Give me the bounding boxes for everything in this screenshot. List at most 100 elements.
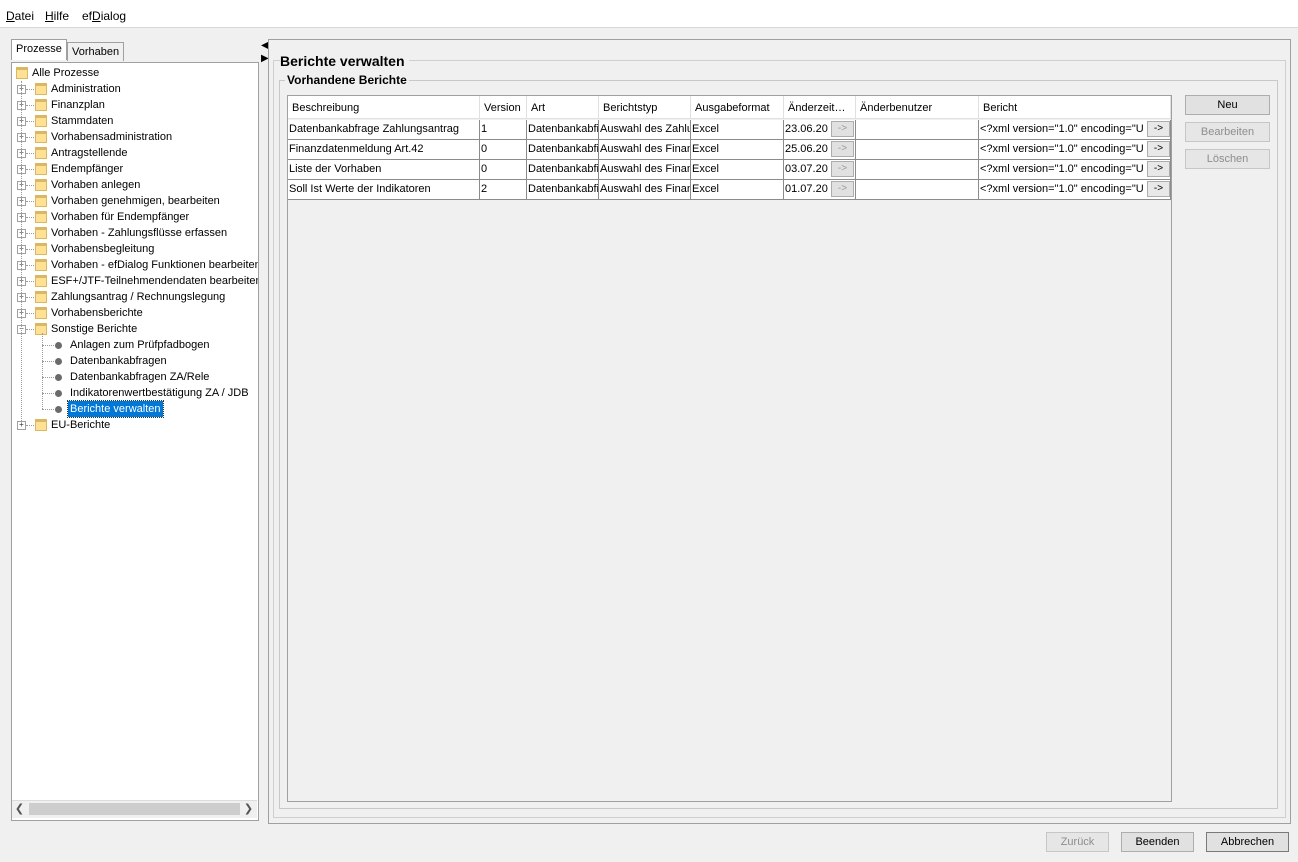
scroll-right-icon[interactable]: ❯ [241, 802, 256, 817]
delete-button[interactable]: Löschen [1185, 149, 1270, 169]
tree-leaf[interactable]: Anlagen zum Prüfpfadbogen [70, 337, 209, 353]
tree-connector [26, 425, 34, 426]
tree-item[interactable]: Antragstellende [51, 145, 127, 161]
table-cell[interactable]: Datenbankabfi [527, 160, 599, 180]
tree-item[interactable]: Vorhaben anlegen [51, 177, 140, 193]
cell-text: Auswahl des Finan [600, 163, 691, 175]
menu-efdialog[interactable]: efDialog [82, 9, 126, 23]
cell-text: 1 [481, 123, 488, 135]
tree-item[interactable]: EU-Berichte [51, 417, 110, 433]
folder-icon [35, 275, 47, 287]
table-row[interactable]: Datenbankabfrage Zahlungsantrag 1 Datenban… [288, 120, 1171, 140]
column-header[interactable]: Beschreibung [288, 96, 480, 119]
open-report-button[interactable]: -> [1147, 181, 1170, 197]
tree-item[interactable]: Vorhaben - efDialog Funktionen bearbeite… [51, 257, 258, 273]
reports-table[interactable]: Beschreibung Version Art Berichtstyp Ausgabe… [287, 95, 1172, 802]
table-cell[interactable]: Auswahl des Finan [599, 140, 691, 160]
tab-vorhaben[interactable]: Vorhaben [67, 42, 125, 61]
table-cell[interactable]: 0 [480, 160, 527, 180]
open-date-button[interactable]: -> [831, 121, 854, 137]
table-cell[interactable]: Datenbankabfrage Zahlungsantrag [288, 120, 480, 140]
tree-connector [26, 185, 34, 186]
tree-horizontal-scrollbar[interactable]: ❮ ❯ [12, 800, 257, 818]
cell-text: <?xml version="1.0" encoding="U [980, 183, 1144, 195]
tree-item[interactable]: Vorhabensberichte [51, 305, 143, 321]
table-cell[interactable] [856, 160, 979, 180]
tree-root[interactable]: Alle Prozesse [32, 65, 99, 81]
table-cell[interactable]: Auswahl des Zahlu [599, 120, 691, 140]
tree-item[interactable]: Vorhaben für Endempfänger [51, 209, 189, 225]
tab-prozesse[interactable]: Prozesse [11, 39, 67, 60]
column-header[interactable]: Version [480, 96, 527, 119]
tree-connector [26, 105, 34, 106]
column-header[interactable]: Änderbenutzer [856, 96, 979, 119]
tree-connector [26, 169, 34, 170]
tree-leaf[interactable]: Indikatorenwertbestätigung ZA / JDB [70, 385, 249, 401]
new-button[interactable]: Neu [1185, 95, 1270, 115]
tree-connector [26, 249, 34, 250]
tree-item[interactable]: Stammdaten [51, 113, 113, 129]
open-report-button[interactable]: -> [1147, 141, 1170, 157]
table-cell[interactable]: <?xml version="1.0" encoding="U [979, 140, 1171, 160]
table-cell[interactable]: Auswahl des Finan [599, 180, 691, 200]
table-cell[interactable]: <?xml version="1.0" encoding="U [979, 160, 1171, 180]
table-cell[interactable] [856, 180, 979, 200]
tree-item[interactable]: Sonstige Berichte [51, 321, 137, 337]
open-report-button[interactable]: -> [1147, 121, 1170, 137]
finish-button[interactable]: Beenden [1121, 832, 1194, 852]
column-header[interactable]: Berichtstyp [599, 96, 691, 119]
table-cell[interactable]: <?xml version="1.0" encoding="U [979, 120, 1171, 140]
table-cell[interactable]: Soll Ist Werte der Indikatoren [288, 180, 480, 200]
open-date-button[interactable]: -> [831, 181, 854, 197]
open-report-button[interactable]: -> [1147, 161, 1170, 177]
tree-leaf[interactable]: Datenbankabfragen [70, 353, 167, 369]
tree-item[interactable]: Endempfänger [51, 161, 123, 177]
tree-leaf[interactable]: Berichte verwalten [67, 400, 164, 418]
table-row[interactable]: Finanzdatenmeldung Art.42 0 Datenbankabfi A… [288, 140, 1171, 160]
column-header[interactable]: Bericht [979, 96, 1171, 119]
table-cell[interactable]: <?xml version="1.0" encoding="U [979, 180, 1171, 200]
tree-item[interactable]: Vorhaben - Zahlungsflüsse erfassen [51, 225, 227, 241]
menu-datei[interactable]: Datei [6, 9, 34, 23]
table-cell[interactable]: Liste der Vorhaben [288, 160, 480, 180]
tree-item[interactable]: Vorhabensbegleitung [51, 241, 154, 257]
table-cell[interactable]: 0 [480, 140, 527, 160]
cancel-button[interactable]: Abbrechen [1206, 832, 1289, 852]
table-row[interactable]: Soll Ist Werte der Indikatoren 2 Datenbank… [288, 180, 1171, 200]
back-button[interactable]: Zurück [1046, 832, 1109, 852]
open-date-button[interactable]: -> [831, 161, 854, 177]
open-date-button[interactable]: -> [831, 141, 854, 157]
table-cell[interactable]: Datenbankabfi [527, 180, 599, 200]
scroll-thumb[interactable] [29, 803, 240, 815]
table-cell[interactable]: Datenbankabfi [527, 140, 599, 160]
column-header[interactable]: Änderzeit… [784, 96, 856, 119]
table-cell[interactable] [856, 120, 979, 140]
table-cell[interactable] [856, 140, 979, 160]
table-cell[interactable]: Auswahl des Finan [599, 160, 691, 180]
table-cell[interactable]: Finanzdatenmeldung Art.42 [288, 140, 480, 160]
cell-text: 2 [481, 183, 488, 195]
table-cell[interactable]: Datenbankabfi [527, 120, 599, 140]
tree-item[interactable]: Administration [51, 81, 121, 97]
table-cell[interactable]: Excel [691, 140, 784, 160]
edit-button[interactable]: Bearbeiten [1185, 122, 1270, 142]
table-cell[interactable]: 1 [480, 120, 527, 140]
tree-item[interactable]: Zahlungsantrag / Rechnungslegung [51, 289, 225, 305]
table-cell[interactable]: Excel [691, 120, 784, 140]
table-row[interactable]: Liste der Vorhaben 0 Datenbankabfi Auswahl … [288, 160, 1171, 180]
process-tree[interactable]: Alle Prozesse + Administration + Finanzplan +… [11, 62, 259, 821]
expand-icon[interactable]: + [17, 421, 26, 430]
scroll-left-icon[interactable]: ❮ [12, 802, 27, 817]
table-cell[interactable]: Excel [691, 180, 784, 200]
menu-hilfe[interactable]: Hilfe [45, 9, 69, 23]
column-header[interactable]: Art [527, 96, 599, 119]
cell-text: 0 [481, 163, 488, 175]
tree-item[interactable]: Finanzplan [51, 97, 105, 113]
tree-item[interactable]: Vorhabensadministration [51, 129, 172, 145]
table-cell[interactable]: Excel [691, 160, 784, 180]
tree-item[interactable]: ESF+/JTF-Teilnehmendendaten bearbeiten [51, 273, 258, 289]
column-header[interactable]: Ausgabeformat [691, 96, 784, 119]
tree-item[interactable]: Vorhaben genehmigen, bearbeiten [51, 193, 220, 209]
table-cell[interactable]: 2 [480, 180, 527, 200]
tree-leaf[interactable]: Datenbankabfragen ZA/Rele [70, 369, 209, 385]
